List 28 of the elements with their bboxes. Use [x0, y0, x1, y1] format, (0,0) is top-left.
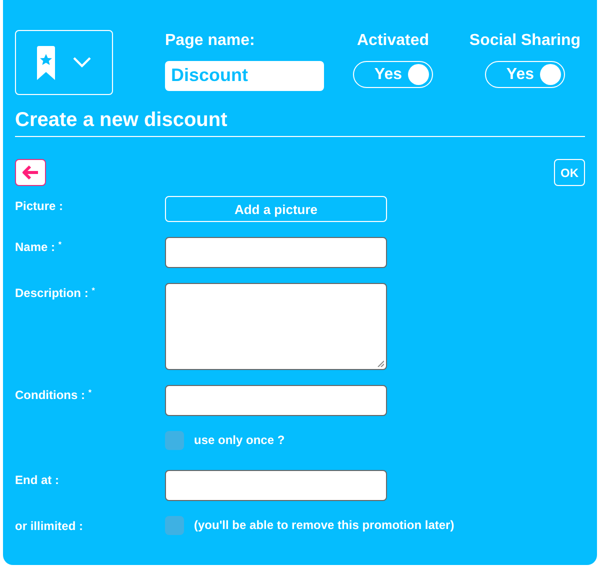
back-button[interactable]: [15, 159, 46, 186]
field-label: Conditions : $^{*}$: [15, 387, 92, 403]
section-title: Create a new discount: [15, 108, 585, 137]
toggle-label: Activated: [356, 31, 430, 51]
field-label: Name : $^{*}$: [15, 239, 62, 255]
toggle-label: Social Sharing: [469, 31, 581, 51]
arrow-left-icon: [22, 165, 39, 180]
text-area[interactable]: [165, 283, 387, 370]
ok-button[interactable]: OK: [554, 159, 585, 186]
add-picture-button[interactable]: Add a picture: [165, 196, 387, 222]
checkbox[interactable]: [165, 430, 184, 450]
field-label: Description : $^{*}$: [15, 285, 95, 301]
checkbox-label: use only once ?: [194, 433, 285, 447]
input-field[interactable]: [165, 470, 387, 501]
bookmark-star-icon: [37, 46, 55, 80]
page-name-label: Page name:: [165, 31, 256, 51]
page-name-field[interactable]: Discount: [165, 61, 324, 91]
field-label: Picture :: [15, 198, 64, 214]
toggle-switch[interactable]: Yes: [485, 61, 565, 88]
field-label: or illimited :: [15, 518, 84, 534]
checkbox[interactable]: [165, 516, 184, 534]
toggle-switch[interactable]: Yes: [353, 61, 433, 88]
checkbox-label: (you'll be able to remove this promotion later): [194, 518, 454, 532]
field-label: End at :: [15, 472, 59, 488]
input-field[interactable]: [165, 237, 387, 268]
resize-grip-icon[interactable]: [377, 360, 384, 367]
input-field[interactable]: [165, 385, 387, 416]
chevron-down-icon: [73, 57, 91, 68]
